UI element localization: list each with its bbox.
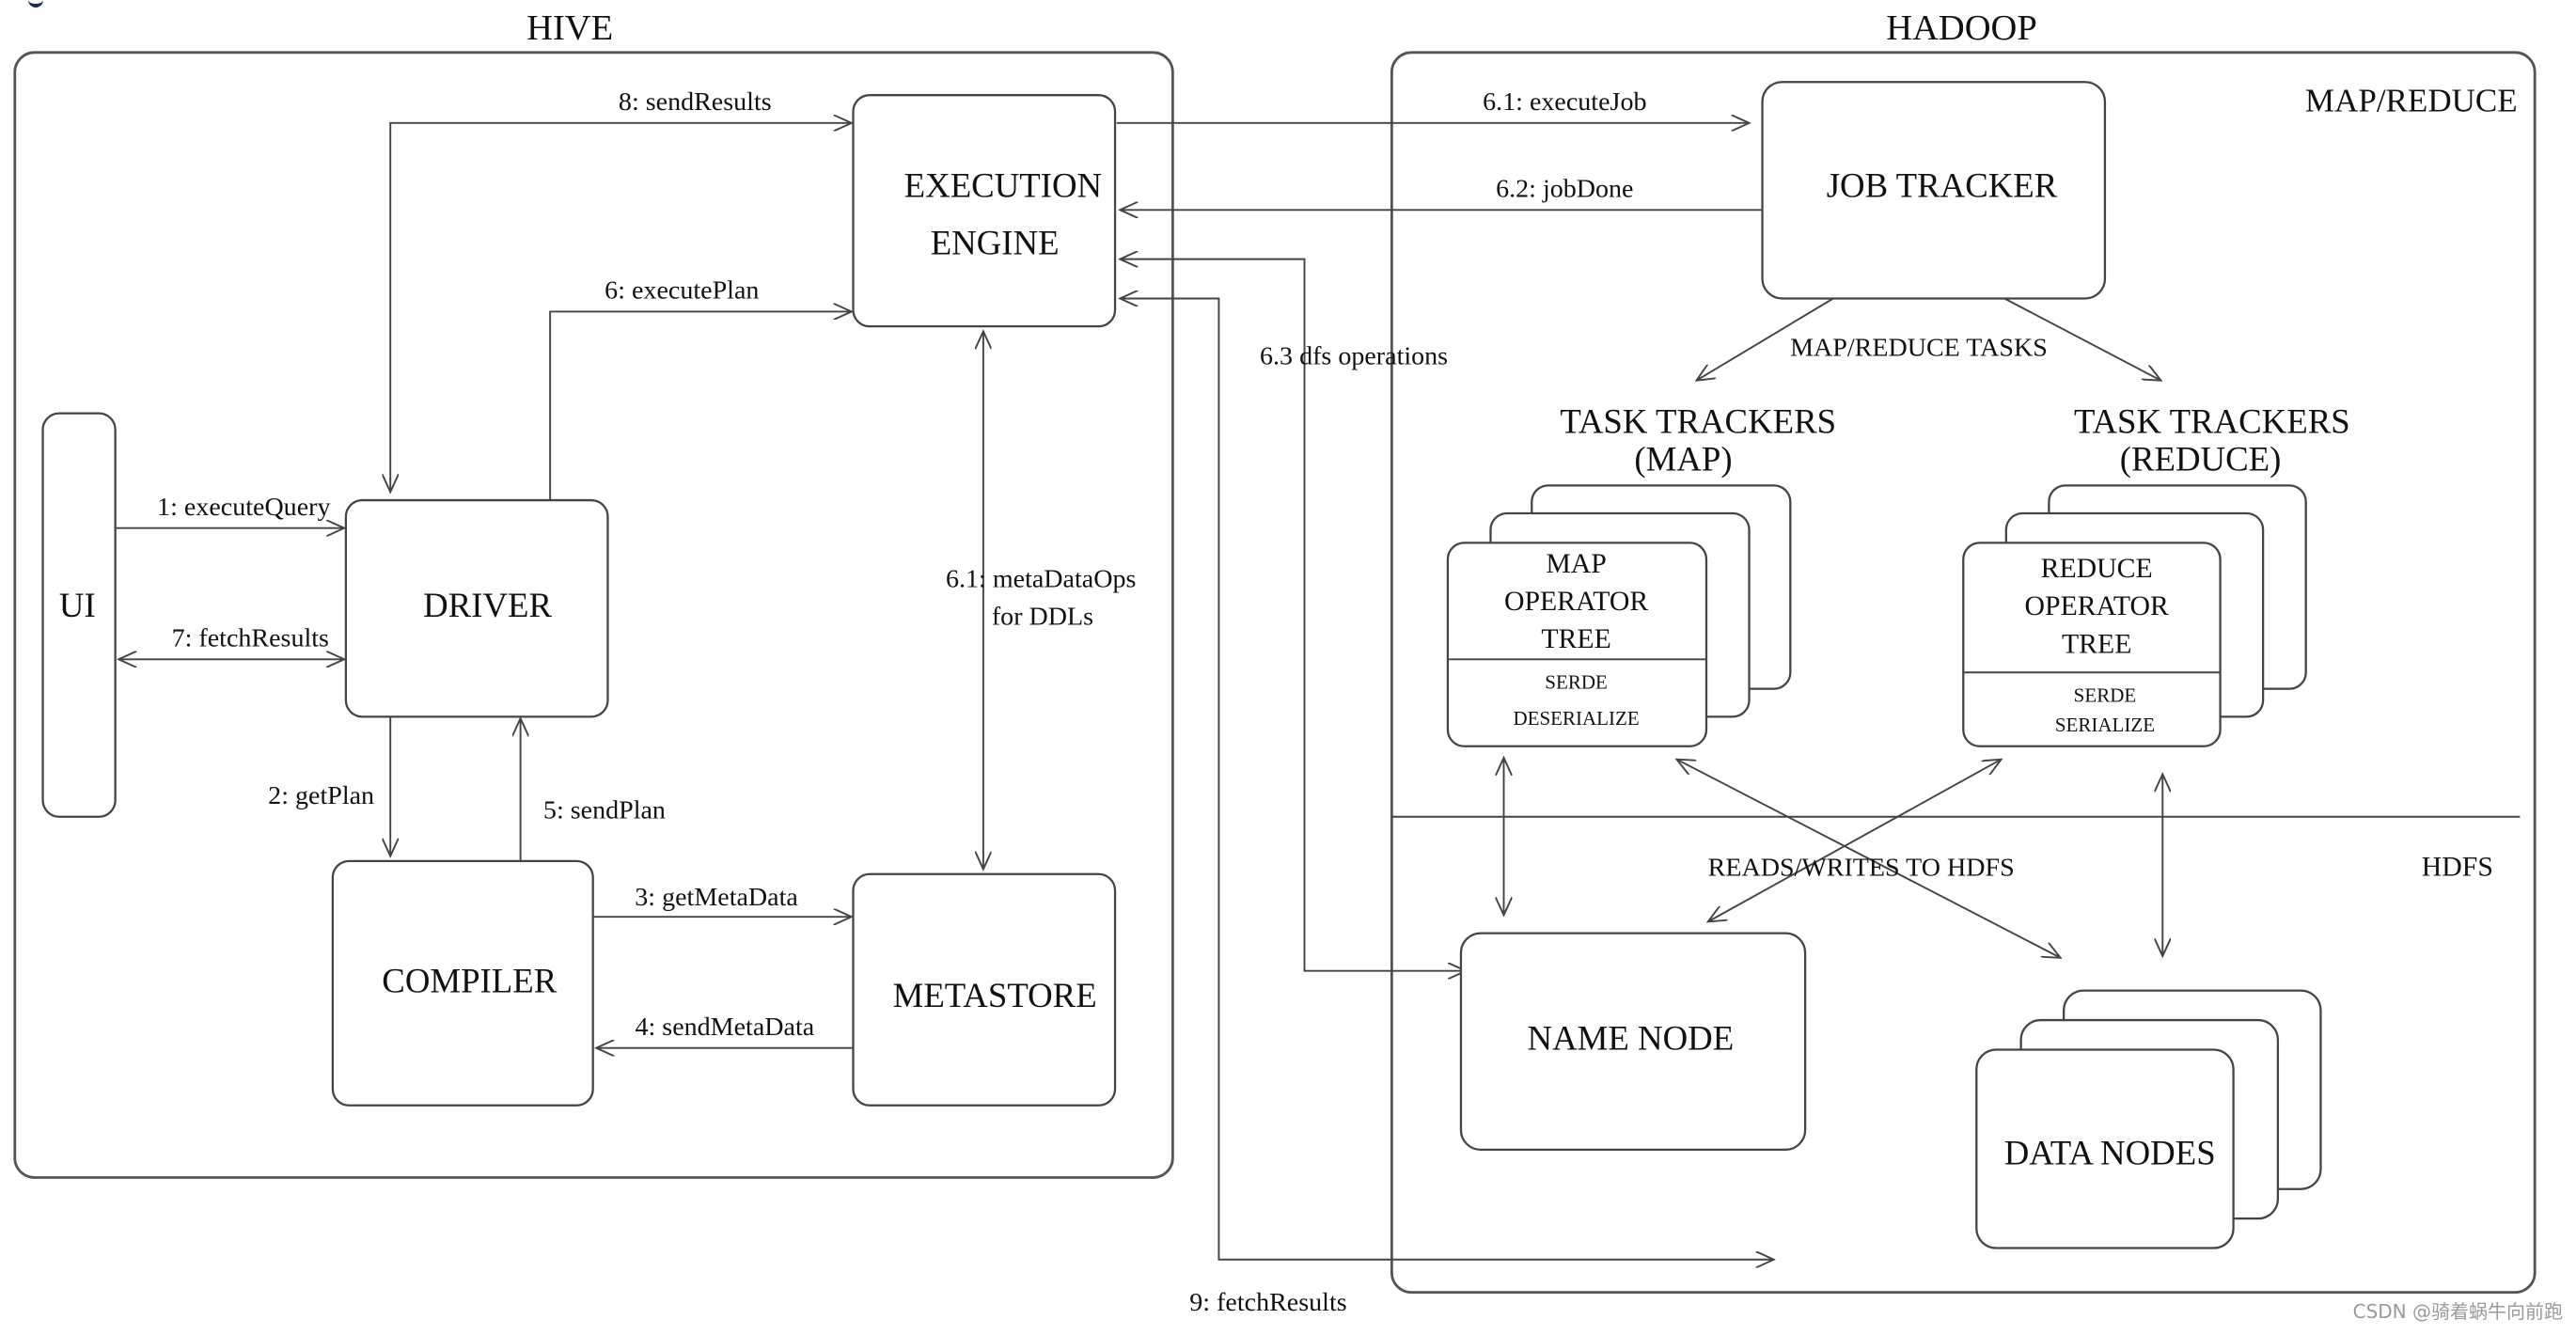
name-node-component: NAME NODE <box>1459 932 1807 1152</box>
hive-architecture-diagram: HIVE HADOOP MAP/REDUCE HDFS 8: sendResul… <box>13 8 2537 1317</box>
job-tracker-label: JOB TRACKER <box>1827 165 2058 204</box>
execution-engine-label-2: ENGINE <box>931 223 1060 261</box>
edge-label-reads-writes: READS/WRITES TO HDFS <box>1708 854 2015 883</box>
map-reduce-section-label: MAP/REDUCE <box>2305 83 2518 119</box>
edge-label-map-reduce-tasks: MAP/REDUCE TASKS <box>1790 334 2048 363</box>
map-operator-tree-line-2: OPERATOR <box>1504 587 1648 617</box>
edge-label-job-done: 6.2: jobDone <box>1496 174 1633 203</box>
edge-execute-plan <box>549 311 852 501</box>
reduce-serialize-label: SERIALIZE <box>2055 714 2155 736</box>
compiler-component: COMPILER <box>331 859 594 1107</box>
task-trackers-map-title-2: (MAP) <box>1634 440 1732 479</box>
hdfs-section-label: HDFS <box>2422 853 2493 883</box>
reduce-operator-tree-line-3: TREE <box>2062 629 2131 659</box>
edge-label-execute-query: 1: executeQuery <box>157 493 330 522</box>
data-nodes-stack: DATA NODES <box>1975 989 2322 1249</box>
edge-label-metadata-ops-2: for DDLs <box>992 603 1093 632</box>
compiler-label: COMPILER <box>382 961 557 999</box>
reduce-serde-label: SERDE <box>2074 684 2137 707</box>
metastore-component: METASTORE <box>852 872 1117 1107</box>
task-trackers-reduce-title-1: TASK TRACKERS <box>2074 402 2350 441</box>
edge-label-dfs-operations: 6.3 dfs operations <box>1260 341 1448 370</box>
ui-label: UI <box>59 586 96 624</box>
metastore-label: METASTORE <box>893 976 1097 1014</box>
edge-label-get-metadata: 3: getMetaData <box>635 883 798 912</box>
edge-label-metadata-ops-1: 6.1: metaDataOps <box>946 565 1136 594</box>
data-nodes-label: DATA NODES <box>2004 1134 2216 1172</box>
edge-label-send-metadata: 4: sendMetaData <box>636 1013 815 1042</box>
execution-engine-component: EXECUTION ENGINE <box>852 94 1117 328</box>
driver-label: DRIVER <box>423 586 552 624</box>
task-trackers-map-title-1: TASK TRACKERS <box>1560 402 1836 441</box>
task-trackers-reduce-title-2: (REDUCE) <box>2120 440 2282 479</box>
hive-section-title: HIVE <box>526 8 613 48</box>
edge-label-fetch-results-hdfs: 9: fetchResults <box>1189 1288 1346 1317</box>
map-serde-label: SERDE <box>1545 671 1608 694</box>
edge-label-execute-job: 6.1: executeJob <box>1483 87 1646 117</box>
edge-reduce-namenode <box>1708 760 2002 922</box>
edge-send-results <box>390 123 852 493</box>
edge-label-fetch-results-ui: 7: fetchResults <box>172 623 329 652</box>
driver-component: DRIVER <box>344 498 609 718</box>
map-operator-tree-line-1: MAP <box>1546 549 1607 579</box>
reduce-operator-tree-line-1: REDUCE <box>2041 554 2153 584</box>
edge-label-get-plan: 2: getPlan <box>268 781 374 810</box>
edge-label-send-plan: 5: sendPlan <box>543 796 666 825</box>
reduce-task-tracker-stack: REDUCE OPERATOR TREE SERDE SERIALIZE <box>1962 484 2307 747</box>
map-deserialize-label: DESERIALIZE <box>1513 707 1639 730</box>
ui-component: UI <box>41 412 117 818</box>
watermark: CSDN @骑着蜗牛向前跑 <box>2352 1300 2563 1323</box>
edge-label-send-results: 8: sendResults <box>619 87 772 117</box>
map-task-tracker-stack: MAP OPERATOR TREE SERDE DESERIALIZE <box>1446 484 1792 747</box>
map-operator-tree-line-3: TREE <box>1541 624 1610 654</box>
job-tracker-component: JOB TRACKER <box>1761 81 2107 300</box>
name-node-label: NAME NODE <box>1528 1019 1735 1058</box>
execution-engine-label-1: EXECUTION <box>904 165 1102 204</box>
reduce-operator-tree-line-2: OPERATOR <box>2025 591 2169 621</box>
edge-label-execute-plan: 6: executePlan <box>605 276 759 306</box>
hadoop-section-title: HADOOP <box>1886 8 2037 48</box>
